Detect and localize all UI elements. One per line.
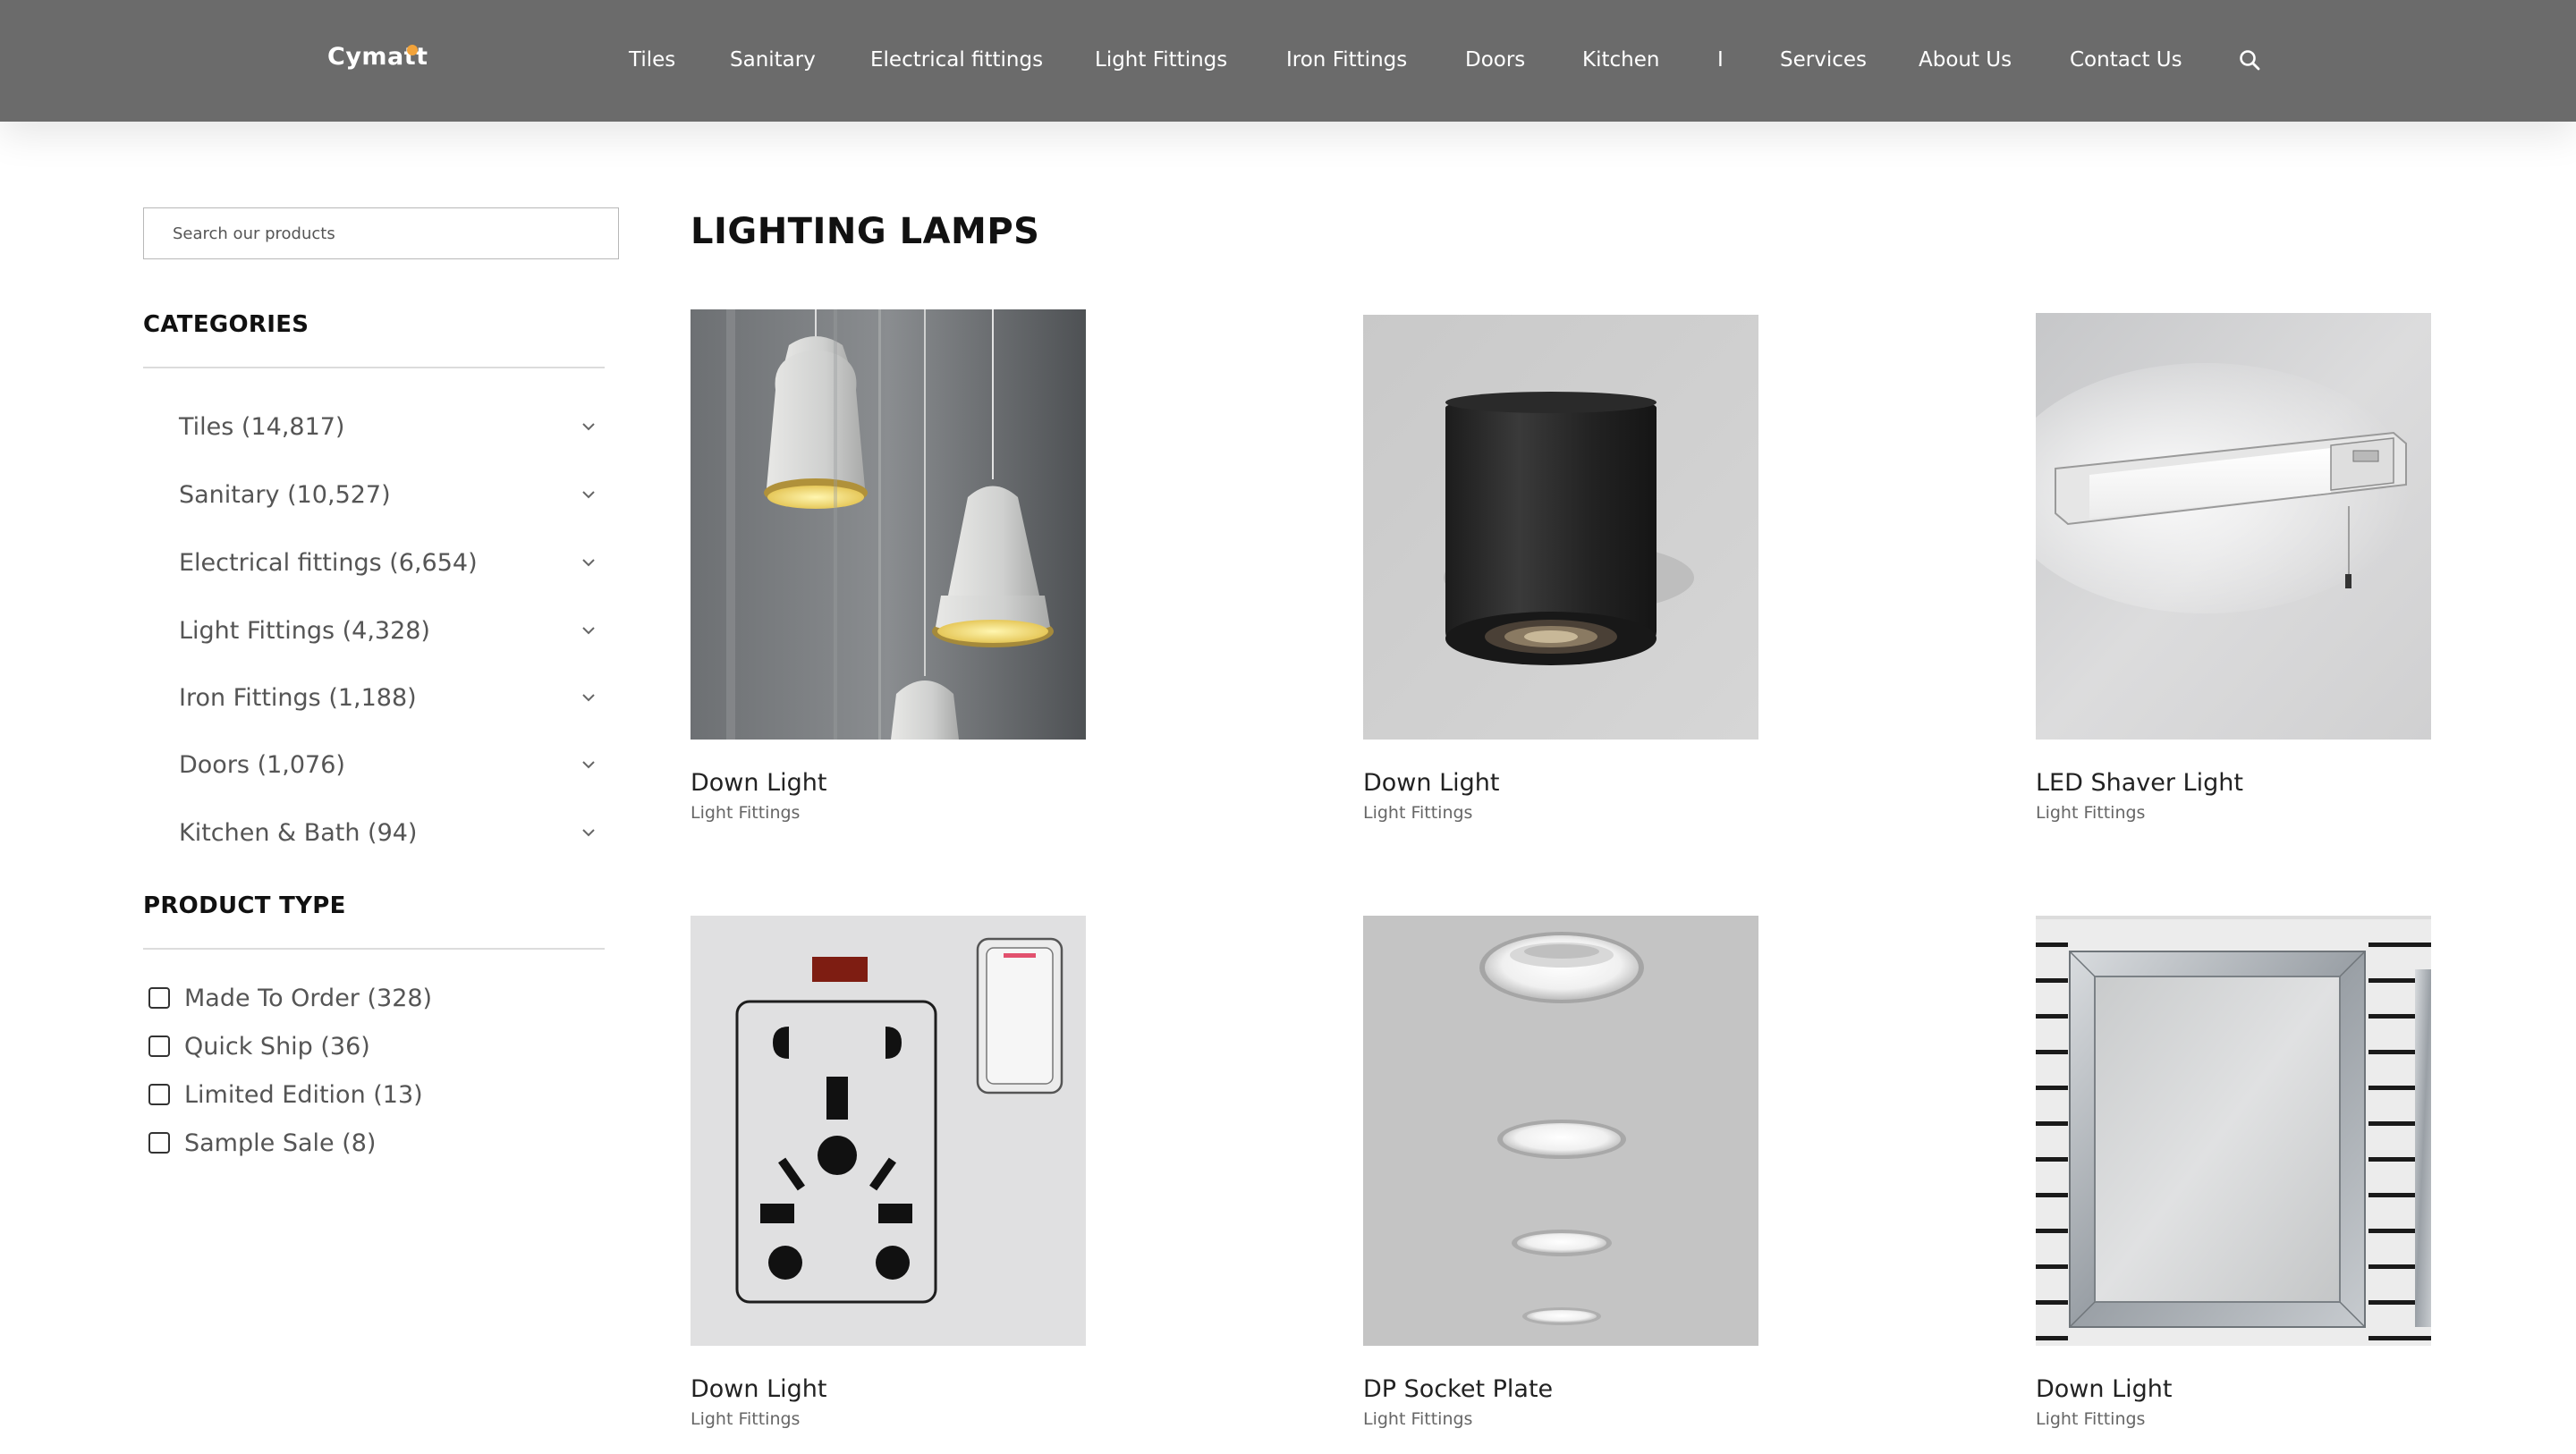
- product-name[interactable]: Down Light: [1363, 769, 1499, 797]
- product-category[interactable]: Light Fittings: [1363, 803, 1472, 823]
- product-category[interactable]: Light Fittings: [2036, 803, 2145, 823]
- chevron-down-icon[interactable]: [581, 626, 596, 635]
- product-image-switched-socket[interactable]: [691, 916, 1086, 1346]
- checkbox[interactable]: [148, 1084, 170, 1105]
- product-type-label: Made To Order (328): [184, 985, 433, 1012]
- chevron-down-icon[interactable]: [581, 558, 596, 567]
- category-label: Tiles (14,817): [179, 413, 345, 441]
- nav-item-i[interactable]: I: [1717, 48, 1724, 72]
- chevron-down-icon[interactable]: [581, 422, 596, 431]
- category-label: Kitchen & Bath (94): [179, 819, 418, 847]
- category-label: Light Fittings (4,328): [179, 617, 430, 645]
- category-label: Sanitary (10,527): [179, 481, 391, 509]
- product-type-heading: PRODUCT TYPE: [143, 892, 346, 919]
- category-item-electrical-fittings[interactable]: Electrical fittings (6,654): [143, 542, 605, 587]
- category-item-kitchen-bath[interactable]: Kitchen & Bath (94): [143, 812, 605, 857]
- chevron-down-icon[interactable]: [581, 693, 596, 702]
- category-label: Iron Fittings (1,188): [179, 684, 417, 712]
- nav-item-doors[interactable]: Doors: [1465, 48, 1525, 72]
- nav-item-tiles[interactable]: Tiles: [629, 48, 675, 72]
- site-header: Cymatt Tiles Sanitary Electrical fitting…: [0, 0, 2576, 122]
- category-item-iron-fittings[interactable]: Iron Fittings (1,188): [143, 677, 605, 722]
- product-image-black-downlight[interactable]: [1363, 309, 1758, 740]
- search-icon[interactable]: [2238, 48, 2261, 72]
- product-image-led-shaver-light[interactable]: [2036, 309, 2431, 740]
- product-category[interactable]: Light Fittings: [691, 1409, 800, 1429]
- product-search[interactable]: [143, 207, 619, 259]
- nav-item-kitchen[interactable]: Kitchen: [1582, 48, 1659, 72]
- chevron-down-icon[interactable]: [581, 760, 596, 769]
- categories-divider: [143, 367, 605, 368]
- product-search-input[interactable]: [144, 208, 618, 258]
- product-type-label: Limited Edition (13): [184, 1081, 423, 1109]
- checkbox[interactable]: [148, 1132, 170, 1154]
- category-item-doors[interactable]: Doors (1,076): [143, 744, 605, 789]
- category-item-light-fittings[interactable]: Light Fittings (4,328): [143, 610, 605, 655]
- product-type-label: Sample Sale (8): [184, 1129, 377, 1157]
- product-image-frame-panel[interactable]: [2036, 916, 2431, 1346]
- logo-accent-dot: [407, 45, 418, 55]
- product-category[interactable]: Light Fittings: [2036, 1409, 2145, 1429]
- product-image-pendant-lights[interactable]: [691, 309, 1086, 740]
- product-category[interactable]: Light Fittings: [691, 803, 800, 823]
- nav-item-sanitary[interactable]: Sanitary: [730, 48, 816, 72]
- site-logo[interactable]: Cymatt: [327, 43, 428, 71]
- product-name[interactable]: DP Socket Plate: [1363, 1375, 1553, 1403]
- nav-item-about-us[interactable]: About Us: [1919, 48, 2012, 72]
- category-label: Doors (1,076): [179, 751, 345, 779]
- nav-item-electrical[interactable]: Electrical fittings: [870, 48, 1043, 72]
- chevron-down-icon[interactable]: [581, 490, 596, 499]
- product-category[interactable]: Light Fittings: [1363, 1409, 1472, 1429]
- product-type-label: Quick Ship (36): [184, 1033, 370, 1061]
- checkbox[interactable]: [148, 1036, 170, 1057]
- chevron-down-icon[interactable]: [581, 828, 596, 837]
- nav-item-contact-us[interactable]: Contact Us: [2070, 48, 2182, 72]
- product-image-recessed-downlights[interactable]: [1363, 916, 1758, 1346]
- product-name[interactable]: Down Light: [2036, 1375, 2172, 1403]
- product-name[interactable]: Down Light: [691, 1375, 826, 1403]
- product-name[interactable]: LED Shaver Light: [2036, 769, 2243, 797]
- nav-item-iron-fittings[interactable]: Iron Fittings: [1286, 48, 1407, 72]
- product-type-divider: [143, 948, 605, 950]
- checkbox[interactable]: [148, 987, 170, 1009]
- category-item-sanitary[interactable]: Sanitary (10,527): [143, 474, 605, 519]
- category-item-tiles[interactable]: Tiles (14,817): [143, 406, 605, 451]
- page-title: LIGHTING LAMPS: [691, 211, 1040, 252]
- product-name[interactable]: Down Light: [691, 769, 826, 797]
- categories-heading: CATEGORIES: [143, 311, 309, 338]
- nav-item-light-fittings[interactable]: Light Fittings: [1095, 48, 1227, 72]
- nav-item-services[interactable]: Services: [1780, 48, 1867, 72]
- category-label: Electrical fittings (6,654): [179, 549, 478, 577]
